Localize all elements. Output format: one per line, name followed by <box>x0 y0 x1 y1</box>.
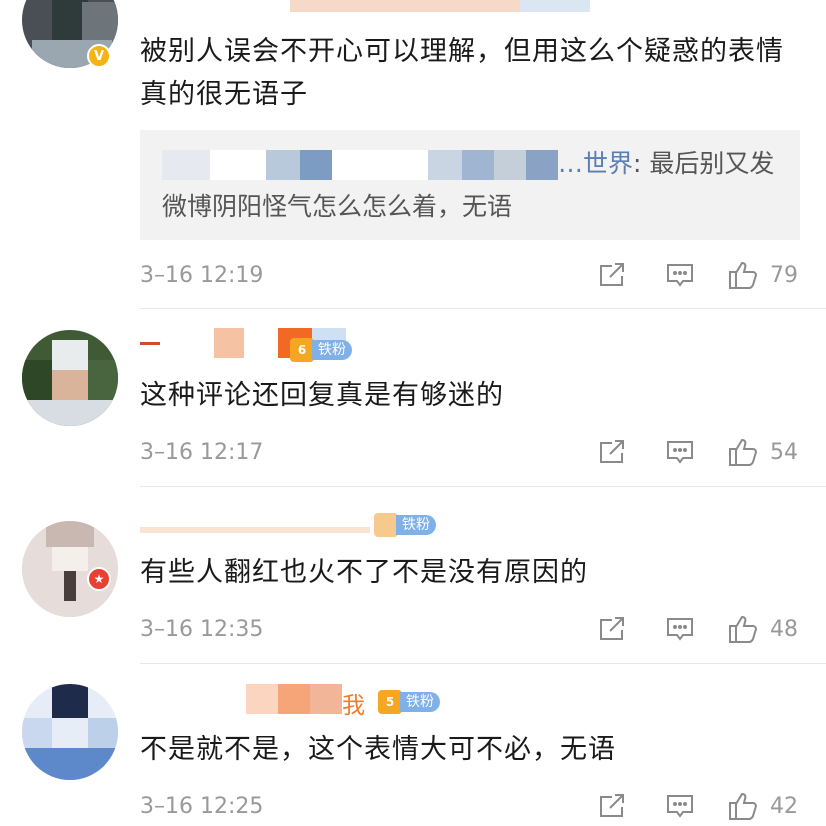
like-count: 42 <box>770 793 798 819</box>
comment-item: 6 铁粉 这种评论还回复真是有够迷的 3–16 12:17 54 <box>0 310 826 487</box>
comment-meta: 3–16 12:19 79 <box>140 255 800 295</box>
thumbs-up-icon <box>729 792 758 820</box>
reply-button[interactable] <box>666 793 694 819</box>
verified-v-icon: V <box>87 44 111 68</box>
like-button[interactable]: 42 <box>728 791 800 821</box>
reply-author-blurred <box>162 150 558 180</box>
like-button[interactable]: 79 <box>728 260 800 290</box>
avatar[interactable] <box>22 330 118 426</box>
comment-text: 有些人翻红也火不了不是没有原因的 <box>140 557 588 588</box>
thumbs-up-icon <box>729 615 758 643</box>
fan-badge[interactable]: 铁粉 <box>374 513 436 537</box>
comment-meta: 3–16 12:35 48 <box>140 609 800 649</box>
like-button[interactable]: 48 <box>728 614 800 644</box>
comment-item: V 被别人误会不开心可以理解，但用这么个疑惑的表情真的很无语子 …世界: 最后别… <box>0 0 826 310</box>
reply-button[interactable] <box>666 262 694 288</box>
comment-time: 3–16 12:35 <box>140 616 264 642</box>
repost-icon <box>600 617 624 640</box>
quoted-reply[interactable]: …世界: 最后别又发微博阴阳怪气怎么怎么着，无语 <box>140 130 800 240</box>
comment-time: 3–16 12:19 <box>140 262 264 288</box>
avatar[interactable] <box>22 684 118 780</box>
comment-text: 被别人误会不开心可以理解，但用这么个疑惑的表情真的很无语子 <box>140 36 784 110</box>
comment-icon <box>667 441 693 464</box>
repost-icon <box>600 794 624 817</box>
comment-text: 这种评论还回复真是有够迷的 <box>140 380 504 411</box>
comment-icon <box>667 618 693 641</box>
like-button[interactable]: 54 <box>728 437 800 467</box>
fan-crown-icon <box>374 513 398 537</box>
like-count: 54 <box>770 439 798 465</box>
repost-button[interactable] <box>598 439 626 465</box>
reply-author-name[interactable]: …世界 <box>558 149 633 178</box>
fan-crown-icon: 6 <box>290 338 314 362</box>
comment-text: 不是就不是，这个表情大可不必，无语 <box>140 734 616 765</box>
fan-badge[interactable]: 6 铁粉 <box>290 338 352 362</box>
thumbs-up-icon <box>729 438 758 466</box>
username-blurred[interactable] <box>140 328 280 358</box>
comment-time: 3–16 12:17 <box>140 439 264 465</box>
comment-item: ★ 铁粉 有些人翻红也火不了不是没有原因的 3–16 12:35 48 <box>0 487 826 664</box>
comment-icon <box>667 264 693 287</box>
like-count: 79 <box>770 262 798 288</box>
repost-icon <box>600 440 624 463</box>
star-badge-icon: ★ <box>87 567 111 591</box>
username-blurred[interactable] <box>216 684 342 714</box>
repost-icon <box>600 263 624 286</box>
fan-crown-icon: 5 <box>378 690 402 714</box>
like-count: 48 <box>770 616 798 642</box>
repost-button[interactable] <box>598 616 626 642</box>
comment-time: 3–16 12:25 <box>140 793 264 819</box>
username-blurred[interactable] <box>140 515 370 535</box>
fan-badge-label: 铁粉 <box>396 515 436 535</box>
repost-button[interactable] <box>598 793 626 819</box>
repost-button[interactable] <box>598 262 626 288</box>
comment-meta: 3–16 12:17 54 <box>140 432 800 472</box>
reply-button[interactable] <box>666 616 694 642</box>
comment-meta: 3–16 12:25 42 <box>140 786 800 826</box>
fan-badge[interactable]: 5 铁粉 <box>378 690 440 714</box>
reply-button[interactable] <box>666 439 694 465</box>
comment-icon <box>667 795 693 818</box>
username-visible-tail[interactable]: 我 <box>342 686 365 720</box>
username-blurred[interactable] <box>290 0 620 12</box>
thumbs-up-icon <box>729 261 758 289</box>
divider <box>140 308 826 309</box>
fan-badge-label: 铁粉 <box>400 692 440 712</box>
comment-item: 我 5 铁粉 不是就不是，这个表情大可不必，无语 3–16 12:25 42 <box>0 664 826 824</box>
fan-badge-label: 铁粉 <box>312 340 352 360</box>
